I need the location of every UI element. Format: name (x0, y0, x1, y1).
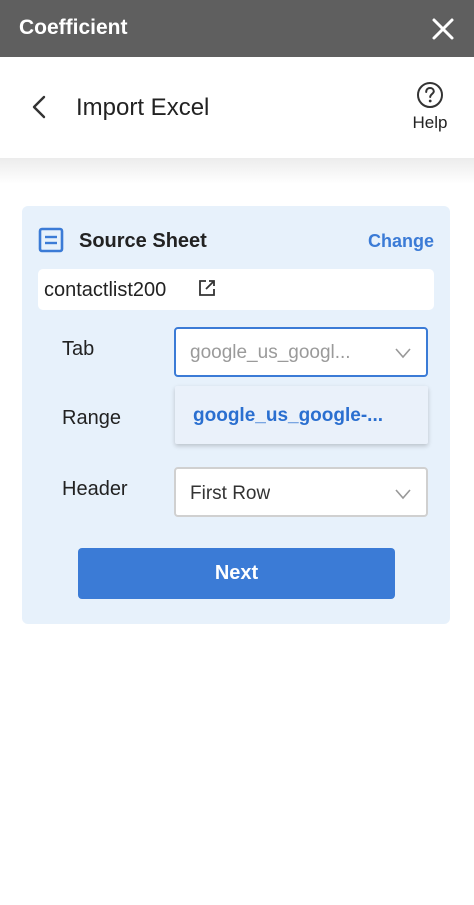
tab-select[interactable]: google_us_googl... (174, 327, 428, 377)
change-link[interactable]: Change (368, 230, 434, 252)
sheet-icon (38, 227, 64, 253)
file-name: contactlist200 (44, 279, 167, 301)
chevron-down-icon (395, 348, 411, 359)
page-header (0, 57, 474, 158)
title-bar: Coefficient (0, 0, 474, 57)
file-name-box: contactlist200 (38, 269, 434, 310)
next-button[interactable]: Next (78, 548, 395, 599)
app-title: Coefficient (19, 16, 128, 39)
tab-dropdown-menu: google_us_google-... (175, 386, 428, 444)
chevron-down-icon (395, 489, 411, 500)
header-select-value: First Row (190, 483, 271, 504)
header-select[interactable]: First Row (174, 467, 428, 517)
card-title: Source Sheet (79, 230, 207, 252)
close-icon[interactable] (426, 12, 460, 46)
page-title: Import Excel (76, 94, 210, 121)
chevron-left-icon[interactable] (26, 93, 54, 121)
tab-select-value: google_us_googl... (190, 342, 351, 363)
header-label: Header (62, 478, 128, 500)
help-button[interactable]: Help (404, 81, 456, 137)
range-label: Range (62, 407, 121, 429)
header-divider (0, 158, 474, 184)
help-label: Help (412, 113, 448, 132)
tab-dropdown-option[interactable]: google_us_google-... (193, 404, 383, 428)
external-link-icon[interactable] (198, 279, 216, 297)
help-circle-icon (417, 82, 443, 108)
tab-label: Tab (62, 338, 95, 360)
